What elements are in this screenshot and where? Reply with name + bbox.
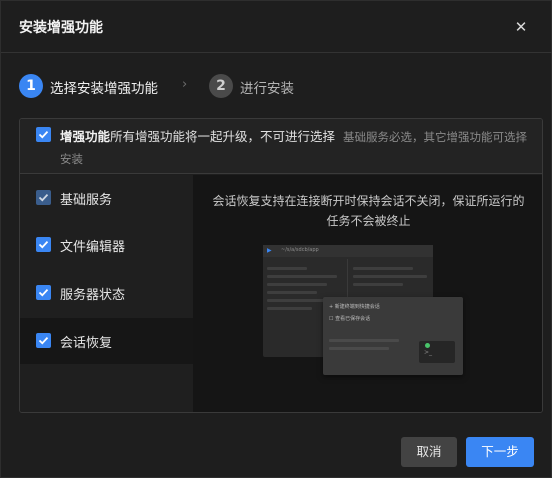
feature-item-basic[interactable]: 基础服务 — [20, 175, 193, 221]
header-text: 所有增强功能将一起升级，不可进行选择 — [110, 129, 336, 144]
session-popup-illustration: + 新建终端到快捷会话 ☐ 查看已保存会话 >_ — [323, 297, 463, 375]
feature-item-file-editor[interactable]: 文件编辑器 — [20, 222, 193, 268]
status-dot-icon — [425, 343, 430, 348]
feature-label: 基础服务 — [60, 193, 113, 208]
step-1-label: 选择安装增强功能 — [50, 81, 158, 97]
feature-label: 文件编辑器 — [60, 240, 126, 255]
select-all-row: 增强功能所有增强功能将一起升级，不可进行选择 基础服务必选，其它增强功能可选择安… — [20, 119, 542, 174]
terminal-icon: ▶ — [267, 247, 272, 254]
feature-description: 会话恢复支持在连接断开时保持会话不关闭，保证所运行的任务不会被终止 — [212, 194, 525, 228]
feature-checkbox[interactable] — [36, 237, 51, 252]
feature-checkbox[interactable] — [36, 333, 51, 348]
terminal-tab-text: ~/s/a/sdcb/app — [281, 247, 319, 253]
close-icon[interactable]: ✕ — [509, 15, 533, 39]
feature-detail: 会话恢复支持在连接断开时保持会话不关闭，保证所运行的任务不会被终止 ▶ ~/s/… — [193, 175, 542, 412]
feature-checkbox[interactable] — [36, 190, 51, 205]
install-enhancements-dialog: 安装增强功能 ✕ 1 选择安装增强功能 › 2 进行安装 增强功能所有增强功能将… — [0, 0, 552, 478]
feature-checkbox[interactable] — [36, 285, 51, 300]
popup-row-2: ☐ 查看已保存会话 — [329, 316, 371, 322]
feature-illustration: ▶ ~/s/a/sdcb/app + 新建终端到快捷会话 ☐ 查看已保存会话 >… — [263, 245, 463, 375]
feature-list: 基础服务 文件编辑器 服务器状态 会话恢复 — [20, 175, 193, 412]
cancel-button[interactable]: 取消 — [401, 437, 457, 467]
header-strong: 增强功能 — [60, 129, 111, 144]
step-2-label: 进行安装 — [240, 81, 294, 97]
step-1-number: 1 — [19, 74, 43, 98]
popup-row-1: + 新建终端到快捷会话 — [329, 304, 380, 310]
select-all-checkbox[interactable] — [36, 127, 51, 142]
step-2-number: 2 — [209, 74, 233, 98]
mini-terminal-illustration: >_ — [419, 341, 455, 363]
next-step-button[interactable]: 下一步 — [466, 437, 534, 467]
feature-label: 服务器状态 — [60, 288, 126, 303]
feature-label: 会话恢复 — [60, 336, 113, 351]
feature-item-session-restore[interactable]: 会话恢复 — [20, 318, 193, 364]
select-all-text: 增强功能所有增强功能将一起升级，不可进行选择 基础服务必选，其它增强功能可选择安… — [60, 126, 528, 170]
chevron-right-icon: › — [182, 77, 188, 92]
feature-panel: 增强功能所有增强功能将一起升级，不可进行选择 基础服务必选，其它增强功能可选择安… — [19, 118, 543, 413]
feature-item-server-status[interactable]: 服务器状态 — [20, 270, 193, 316]
dialog-header: 安装增强功能 ✕ — [1, 1, 552, 53]
prompt-icon: >_ — [424, 349, 433, 356]
dialog-title: 安装增强功能 — [19, 20, 103, 36]
